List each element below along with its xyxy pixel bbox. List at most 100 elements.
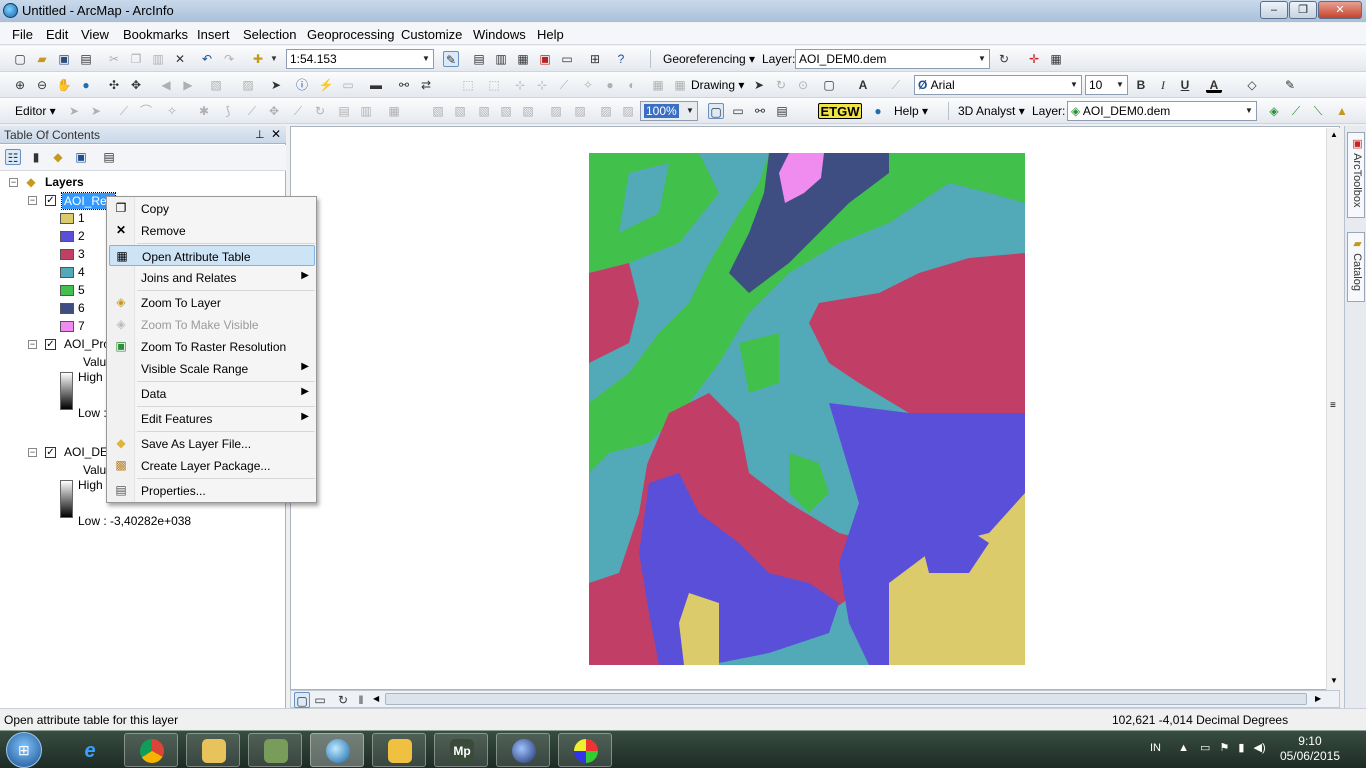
layers-collapse-icon[interactable]: − <box>9 178 18 187</box>
rotate-icon[interactable]: ↻ <box>996 51 1012 67</box>
line-of-sight-icon[interactable]: ⟍ <box>1310 103 1326 119</box>
raster-tool-8-icon[interactable]: ▨ <box>598 103 614 119</box>
raster-tool-5-icon[interactable]: ▧ <box>520 103 536 119</box>
menu-bookmarks[interactable]: Bookmarks <box>123 27 188 42</box>
measure-icon[interactable]: ▬ <box>368 77 384 93</box>
list-by-source-icon[interactable]: ▮ <box>28 149 44 165</box>
taskbar-globe[interactable] <box>496 733 550 767</box>
reshape-icon[interactable]: ⟋ <box>244 103 260 119</box>
trace-icon[interactable]: ✧ <box>164 103 180 119</box>
layout-view-tab-icon[interactable]: ▭ <box>312 692 328 708</box>
pan-icon[interactable]: ✋ <box>56 77 72 93</box>
select-elements-icon[interactable]: ➤ <box>268 77 284 93</box>
restore-button[interactable]: ❐ <box>1289 1 1317 19</box>
scroll-left-icon[interactable]: ◀ <box>373 694 379 703</box>
add-control-points-icon[interactable]: ✛ <box>1026 51 1042 67</box>
close-button[interactable]: ✕ <box>1318 1 1362 19</box>
layer3-collapse-icon[interactable]: − <box>28 448 37 457</box>
menu-help[interactable]: Help <box>537 27 564 42</box>
menu-geoprocessing[interactable]: Geoprocessing <box>307 27 394 42</box>
view-link-table-icon[interactable]: ▦ <box>1048 51 1064 67</box>
map-view[interactable] <box>290 126 1340 690</box>
catalog-window-icon[interactable]: ▥ <box>493 51 509 67</box>
3d-layer-combo[interactable]: ◈ AOI_DEM0.dem ▼ <box>1067 101 1257 121</box>
edit-vertices-icon[interactable]: ⟋ <box>888 77 904 93</box>
model-builder-icon[interactable]: ⊞ <box>587 51 603 67</box>
font-combo[interactable]: Ø Arial ▼ <box>914 75 1082 95</box>
print-icon[interactable]: ▤ <box>78 51 94 67</box>
layer2-collapse-icon[interactable]: − <box>28 340 37 349</box>
rotate-element-icon[interactable]: ↻ <box>773 77 789 93</box>
steepest-path-icon[interactable]: ⟋ <box>1288 103 1304 119</box>
fixed-zoom-out-icon[interactable]: ✥ <box>128 77 144 93</box>
open-icon[interactable]: ▰ <box>34 51 50 67</box>
georef-tool-10-icon[interactable]: ▦ <box>672 77 688 93</box>
font-size-combo[interactable]: 10 ▼ <box>1085 75 1128 95</box>
minimize-button[interactable]: – <box>1260 1 1288 19</box>
new-document-icon[interactable]: ▢ <box>12 51 28 67</box>
menu-selection[interactable]: Selection <box>243 27 296 42</box>
layer1-checkbox[interactable]: ✓ <box>45 195 56 206</box>
raster-tool-6-icon[interactable]: ▨ <box>548 103 564 119</box>
map-horizontal-scrollbar[interactable]: ▢ ▭ ↻ ‖ ◀ ▶ <box>290 690 1340 708</box>
back-icon[interactable]: ◀ <box>158 77 174 93</box>
georef-tool-6-icon[interactable]: ✧ <box>580 77 596 93</box>
taskbar-explorer[interactable] <box>186 733 240 767</box>
edit-tool-icon[interactable]: ➤ <box>66 103 82 119</box>
georef-tool-3-icon[interactable]: ⊹ <box>512 77 528 93</box>
menu-item-save-as-layer-file[interactable]: ◆ Save As Layer File... <box>109 433 315 454</box>
zoom-out-icon[interactable]: ⊖ <box>34 77 50 93</box>
menu-item-remove[interactable]: ✕ Remove <box>109 220 315 241</box>
cut-icon[interactable]: ✂ <box>106 51 122 67</box>
cut-polygons-icon[interactable]: ✥ <box>266 103 282 119</box>
start-button[interactable]: ⊞ <box>6 732 42 768</box>
taskbar-outlook[interactable] <box>372 733 426 767</box>
raster-tool-1-icon[interactable]: ▧ <box>430 103 446 119</box>
italic-button[interactable]: I <box>1155 77 1171 93</box>
whats-this-icon[interactable]: ? <box>613 51 629 67</box>
copy-tool-icon[interactable]: ❐ <box>128 51 144 67</box>
search-window-icon[interactable]: ▦ <box>515 51 531 67</box>
arctoolbox-tab[interactable]: ▣ ArcToolbox <box>1347 132 1365 218</box>
menu-item-data[interactable]: Data ▶ <box>109 383 315 404</box>
pin-button[interactable]: ⊥ <box>255 128 265 141</box>
raster-tool-4-icon[interactable]: ▧ <box>498 103 514 119</box>
fill-color-icon[interactable]: ◇ <box>1244 77 1260 93</box>
tray-expand-icon[interactable]: ▲ <box>1178 742 1189 754</box>
straight-segment-icon[interactable]: ⟋ <box>116 103 132 119</box>
menu-file[interactable]: File <box>12 27 33 42</box>
taskbar-arcmap[interactable] <box>310 733 364 767</box>
toc-window-icon[interactable]: ▤ <box>471 51 487 67</box>
rotate-edit-icon[interactable]: ↻ <box>312 103 328 119</box>
create-features-icon[interactable]: ▦ <box>386 103 402 119</box>
zoom-in-icon[interactable]: ⊕ <box>12 77 28 93</box>
fixed-zoom-in-icon[interactable]: ✣ <box>106 77 122 93</box>
horizontal-scroll-thumb[interactable] <box>385 693 1307 705</box>
raster-tool-2-icon[interactable]: ▧ <box>452 103 468 119</box>
scroll-up-icon[interactable]: ▲ <box>1330 130 1338 139</box>
3d-analyst-menu[interactable]: 3D Analyst ▾ <box>958 104 1025 118</box>
edit-vertices-2-icon[interactable]: ⟆ <box>220 103 236 119</box>
georef-tool-7-icon[interactable]: ● <box>602 77 618 93</box>
layer3-name[interactable]: AOI_DEI <box>64 445 111 459</box>
menu-view[interactable]: View <box>81 27 109 42</box>
georef-tool-9-icon[interactable]: ▦ <box>650 77 666 93</box>
page-icon[interactable]: ▭ <box>730 103 746 119</box>
menu-item-copy[interactable]: ❐ Copy <box>109 198 315 219</box>
scroll-down-icon[interactable]: ▼ <box>1330 676 1338 685</box>
taskbar-mp[interactable]: Mp <box>434 733 488 767</box>
full-extent-icon[interactable]: ● <box>78 77 94 93</box>
attributes-icon[interactable]: ▤ <box>336 103 352 119</box>
catalog-tab[interactable]: ▰ Catalog <box>1347 232 1365 302</box>
georef-tool-4-icon[interactable]: ⊹ <box>534 77 550 93</box>
delete-icon[interactable]: ✕ <box>172 51 188 67</box>
editor-toolbar-icon[interactable]: ✎ <box>443 51 459 67</box>
menu-item-open-attribute-table[interactable]: ▦ Open Attribute Table <box>109 245 315 266</box>
drawing-menu[interactable]: Drawing ▾ <box>691 78 744 92</box>
save-icon[interactable]: ▣ <box>56 51 72 67</box>
paste-icon[interactable]: ▥ <box>150 51 166 67</box>
pause-drawing-icon[interactable]: ‖ <box>353 692 369 708</box>
menu-item-zoom-to-raster-resolution[interactable]: ▣ Zoom To Raster Resolution <box>109 336 315 357</box>
taskbar-clock[interactable]: 9:10 05/06/2015 <box>1280 734 1340 764</box>
forward-icon[interactable]: ▶ <box>180 77 196 93</box>
